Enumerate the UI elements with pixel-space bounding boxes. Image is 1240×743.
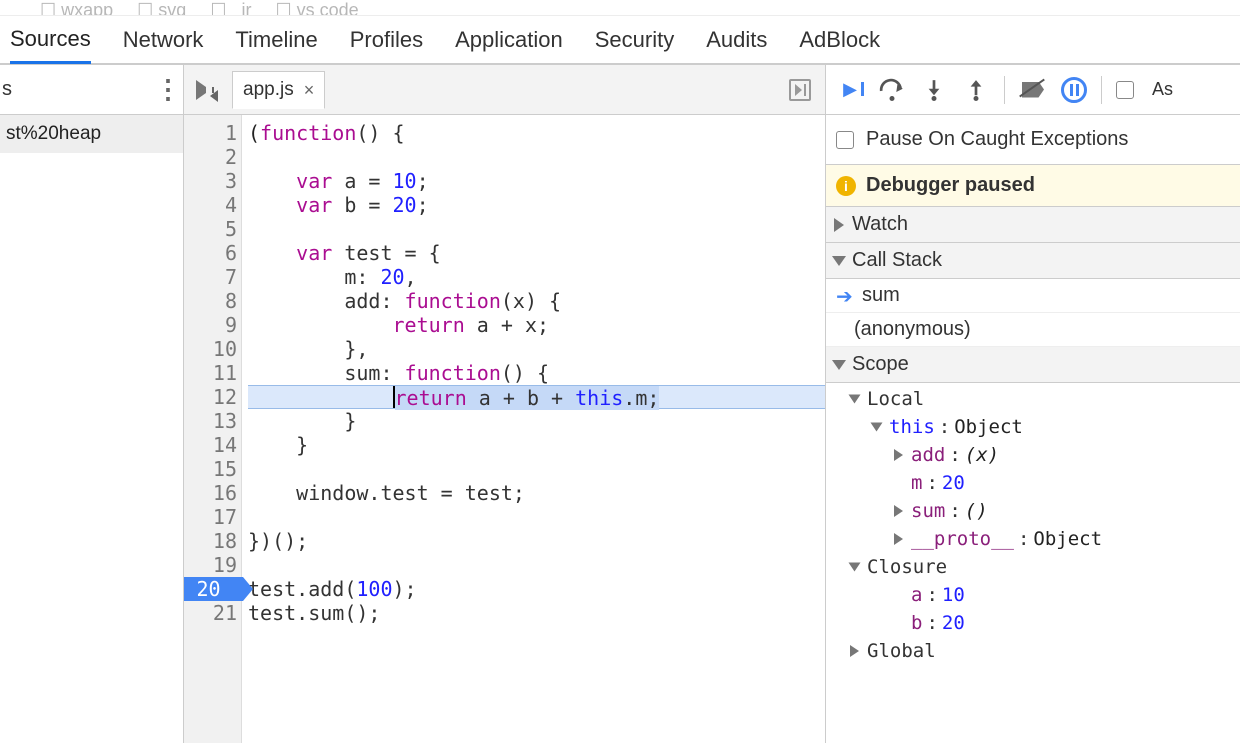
debugger-status-text: Debugger paused <box>866 174 1035 197</box>
tab-security[interactable]: Security <box>595 16 674 63</box>
resume-icon[interactable] <box>836 78 864 102</box>
file-tab[interactable]: app.js × <box>232 71 325 109</box>
debugger-status-row: i Debugger paused <box>826 165 1240 207</box>
toolbar-divider <box>1101 76 1102 104</box>
scope-tree: Local this: Object add: (x)m: 20sum: ()_… <box>826 383 1240 671</box>
info-icon: i <box>836 176 856 196</box>
scope-prop[interactable]: b: 20 <box>832 609 1240 637</box>
gutter[interactable]: 123456789101112131415161718192021 <box>184 115 242 743</box>
pretty-print-icon[interactable] <box>789 79 811 101</box>
collapse-icon[interactable] <box>849 395 861 404</box>
collapse-icon[interactable] <box>871 423 883 432</box>
step-into-icon[interactable] <box>920 78 948 102</box>
file-tab-label: app.js <box>243 79 294 101</box>
scope-prop[interactable]: __proto__: Object <box>832 525 1240 553</box>
code-editor[interactable]: 123456789101112131415161718192021 (funct… <box>184 115 825 743</box>
callstack-frame[interactable]: sum <box>826 279 1240 313</box>
callstack-section-header[interactable]: Call Stack <box>826 243 1240 279</box>
scope-prop[interactable]: add: (x) <box>832 441 1240 469</box>
callstack-frame[interactable]: (anonymous) <box>826 313 1240 347</box>
debugger-sidebar: As Pause On Caught Exceptions i Debugger… <box>826 65 1240 743</box>
tab-sources[interactable]: Sources <box>10 17 91 64</box>
expand-icon[interactable] <box>894 449 903 461</box>
step-over-icon[interactable] <box>878 78 906 102</box>
pause-caught-label: Pause On Caught Exceptions <box>866 128 1128 151</box>
collapse-icon <box>832 360 846 370</box>
watch-section-header[interactable]: Watch <box>826 207 1240 243</box>
toggle-navigator-icon[interactable] <box>196 80 222 100</box>
navigator-panel: s st%20heap <box>0 65 184 743</box>
expand-icon[interactable] <box>850 645 859 657</box>
debugger-toolbar: As <box>826 65 1240 115</box>
tab-application[interactable]: Application <box>455 16 563 63</box>
pause-on-exceptions-icon[interactable] <box>1061 77 1087 103</box>
navigator-title-cut: s <box>2 78 12 101</box>
code-lines[interactable]: (function() { var a = 10; var b = 20; va… <box>242 115 825 743</box>
pause-caught-checkbox[interactable] <box>836 131 854 149</box>
collapse-icon <box>832 256 846 266</box>
close-tab-icon[interactable]: × <box>304 80 315 101</box>
tree-item[interactable]: st%20heap <box>0 115 183 153</box>
scope-this-type: Object <box>954 413 1023 441</box>
expand-icon[interactable] <box>894 505 903 517</box>
devtools-tabs: Sources Network Timeline Profiles Applicatio… <box>0 16 1240 64</box>
scope-prop[interactable]: a: 10 <box>832 581 1240 609</box>
scope-local-label: Local <box>867 385 924 413</box>
scope-prop[interactable]: m: 20 <box>832 469 1240 497</box>
collapse-icon[interactable] <box>849 563 861 572</box>
deactivate-breakpoints-icon[interactable] <box>1019 78 1047 102</box>
toolbar-divider <box>1004 76 1005 104</box>
step-out-icon[interactable] <box>962 78 990 102</box>
scope-prop[interactable]: sum: () <box>832 497 1240 525</box>
callstack-label: Call Stack <box>852 249 942 272</box>
tab-audits[interactable]: Audits <box>706 16 767 63</box>
os-folder-row: ☐ wxapp☐ svg☐ _jr☐ vs code <box>0 0 1240 16</box>
source-editor-panel: app.js × 1234567891011121314151617181920… <box>184 65 826 743</box>
expand-icon <box>834 218 844 232</box>
scope-label: Scope <box>852 353 909 376</box>
more-options-icon[interactable] <box>151 78 175 102</box>
expand-icon[interactable] <box>894 533 903 545</box>
scope-global-label: Global <box>867 637 936 665</box>
async-checkbox[interactable] <box>1116 81 1134 99</box>
async-label-cut: As <box>1152 79 1173 100</box>
scope-closure-label: Closure <box>867 553 947 581</box>
pause-caught-row[interactable]: Pause On Caught Exceptions <box>826 115 1240 165</box>
scope-section-header[interactable]: Scope <box>826 347 1240 383</box>
tab-profiles[interactable]: Profiles <box>350 16 423 63</box>
watch-label: Watch <box>852 213 908 236</box>
tab-timeline[interactable]: Timeline <box>235 16 317 63</box>
scope-this-key: this <box>889 413 935 441</box>
tab-adblock[interactable]: AdBlock <box>799 16 880 63</box>
callstack-list: sum(anonymous) <box>826 279 1240 347</box>
tab-network[interactable]: Network <box>123 16 204 63</box>
